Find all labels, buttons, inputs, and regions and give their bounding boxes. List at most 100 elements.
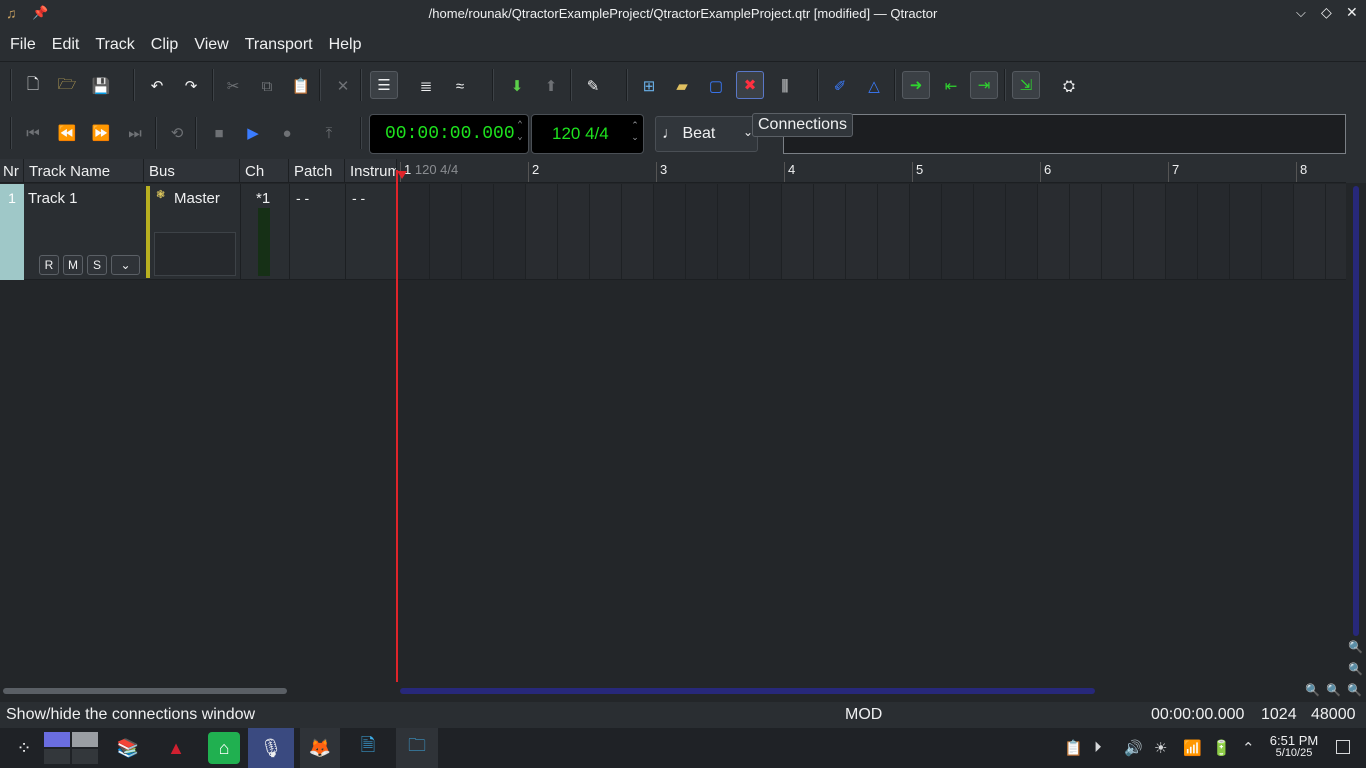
save-icon[interactable]: 💾 [87, 72, 115, 100]
auto-return-icon[interactable]: ⇲ [1012, 71, 1040, 99]
time-ruler[interactable]: 1 120 4/4 2 3 4 5 6 7 8 [397, 159, 1346, 183]
canvas-horizontal-scrollbar[interactable]: 🔍 🔍 🔍 [397, 682, 1366, 700]
redo-icon[interactable]: ↷ [177, 72, 205, 100]
fast-forward-icon[interactable]: ⏩ [87, 119, 115, 147]
record-arm-button[interactable]: R [39, 255, 59, 275]
import-tracks-icon[interactable]: ⬇ [503, 72, 531, 100]
rewind-icon[interactable]: ⏪ [53, 119, 81, 147]
solo-button[interactable]: S [87, 255, 107, 275]
zoom-in-icon[interactable]: 🔍 [1305, 683, 1320, 697]
column-bus[interactable]: Bus [144, 159, 240, 183]
wifi-icon[interactable]: 📶 [1183, 739, 1202, 757]
add-track-icon[interactable]: ≣ [412, 72, 440, 100]
menu-file[interactable]: File [2, 29, 44, 61]
pager[interactable] [44, 732, 98, 764]
show-desktop-icon[interactable] [1336, 740, 1350, 754]
time-spin-icon[interactable]: ⌃ ⌄ [514, 119, 526, 143]
minimize-button[interactable]: ⌵ [1296, 5, 1306, 21]
follow-playhead-icon[interactable]: ✐ [826, 72, 854, 100]
tempo-display[interactable]: 120 4/4 ⌃ ⌄ [531, 114, 644, 154]
clipboard-icon[interactable]: 📋 [1064, 739, 1083, 757]
cut-icon[interactable]: ✂ [219, 72, 247, 100]
qtractor-task-icon[interactable]: 🎙 [248, 728, 294, 768]
documents-icon[interactable]: 🗎 [352, 732, 384, 764]
punch-out-icon[interactable]: ⇥ [970, 71, 998, 99]
desktop-2[interactable] [72, 732, 98, 747]
forward-icon[interactable]: ⏭ [121, 119, 149, 147]
thumb-view[interactable] [783, 114, 1346, 154]
canvas-scroll-thumb[interactable] [400, 688, 1095, 694]
loop-icon[interactable]: ➜ [902, 71, 930, 99]
track-canvas[interactable] [397, 184, 1346, 280]
backward-icon[interactable]: ⏮ [19, 119, 47, 147]
home-app-icon[interactable]: ⌂ [208, 732, 240, 764]
desktop-4[interactable] [72, 749, 98, 764]
column-instrument[interactable]: Instrument [345, 159, 397, 183]
snap-select[interactable]: ♩ Beat ⌄ [655, 116, 758, 152]
column-nr[interactable]: Nr [0, 159, 24, 183]
desktop-1[interactable] [44, 732, 70, 747]
desktop-3[interactable] [44, 749, 70, 764]
punch-icon[interactable]: ⤒ [315, 119, 343, 147]
track-properties-icon[interactable]: ≈ [446, 72, 474, 100]
track-list-empty-area[interactable] [0, 281, 397, 681]
firefox-icon[interactable]: 🦊 [300, 728, 340, 768]
column-track-name[interactable]: Track Name [24, 159, 144, 183]
copy-icon[interactable]: ⧉ [253, 72, 281, 100]
column-patch[interactable]: Patch [289, 159, 345, 183]
canvas-empty-area[interactable] [397, 281, 1346, 681]
clock[interactable]: 6:51 PM 5/10/25 [1266, 734, 1322, 759]
track-name[interactable]: Track 1 [28, 190, 77, 207]
zoom-out-vertical-icon[interactable]: 🔍 [1348, 662, 1363, 676]
vertical-scroll-thumb[interactable] [1353, 186, 1359, 636]
mute-button[interactable]: M [63, 255, 83, 275]
connections-icon[interactable]: ✖ [736, 71, 764, 99]
battery-icon[interactable]: 🔋 [1212, 739, 1231, 757]
tracklist-scroll-thumb[interactable] [3, 688, 287, 694]
track-row[interactable]: 1 Track 1 R M S ⌄ ❃ Master *1 - - - - [0, 184, 397, 280]
undo-icon[interactable]: ↶ [143, 72, 171, 100]
panic-icon[interactable]: ⛭ [1055, 72, 1083, 100]
playhead[interactable] [396, 170, 398, 682]
files-icon[interactable]: ⊞ [635, 72, 663, 100]
zoom-in-vertical-icon[interactable]: 🔍 [1348, 640, 1363, 654]
export-tracks-icon[interactable]: ⬆ [537, 72, 565, 100]
vertical-scrollbar[interactable]: 🔍 🔍 [1346, 184, 1366, 682]
bus-name[interactable]: Master [174, 190, 220, 207]
play-icon[interactable]: ▶ [239, 119, 267, 147]
calibre-icon[interactable]: 📚 [112, 732, 144, 764]
track-view-icon[interactable]: ☰ [370, 71, 398, 99]
menu-track[interactable]: Track [87, 29, 142, 61]
paste-icon[interactable]: 📋 [287, 72, 315, 100]
punch-in-icon[interactable]: ⇤ [937, 72, 965, 100]
loop-play-icon[interactable]: ⟲ [163, 119, 191, 147]
tracklist-horizontal-scrollbar[interactable] [0, 682, 397, 700]
menu-edit[interactable]: Edit [44, 29, 88, 61]
media-player-icon[interactable]: ⏵ [1094, 739, 1102, 756]
brightness-icon[interactable]: ☀ [1154, 739, 1167, 757]
menu-view[interactable]: View [186, 29, 236, 61]
stop-icon[interactable]: ■ [205, 119, 233, 147]
record-icon[interactable]: ● [273, 119, 301, 147]
file-manager-icon[interactable]: 🗀 [396, 728, 438, 768]
zoom-reset-icon[interactable]: 🔍 [1326, 683, 1341, 697]
track-menu-button[interactable]: ⌄ [111, 255, 140, 275]
time-display[interactable]: 00:00:00.000 ⌃ ⌄ [369, 114, 529, 154]
playhead-marker[interactable] [397, 171, 407, 179]
open-folder-icon[interactable]: 🗁 [53, 72, 81, 100]
menu-transport[interactable]: Transport [237, 29, 321, 61]
close-button[interactable]: ✕ [1346, 4, 1358, 21]
column-ch[interactable]: Ch [240, 159, 289, 183]
messages-icon[interactable]: ▢ [702, 72, 730, 100]
delete-icon[interactable]: ✕ [329, 72, 357, 100]
folder-icon[interactable]: ▰ [668, 72, 696, 100]
mixer-icon[interactable]: ⫼ [771, 72, 799, 100]
ardour-icon[interactable]: ▲ [160, 732, 192, 764]
tray-expand-icon[interactable]: ⌃ [1242, 739, 1255, 757]
maximize-button[interactable]: ◇ [1321, 4, 1332, 21]
tempo-spin-icon[interactable]: ⌃ ⌄ [629, 119, 641, 143]
edit-pencil-icon[interactable]: ✎ [579, 72, 607, 100]
menu-clip[interactable]: Clip [143, 29, 187, 61]
menu-help[interactable]: Help [321, 29, 370, 61]
new-file-icon[interactable]: 🗋 [19, 72, 47, 100]
